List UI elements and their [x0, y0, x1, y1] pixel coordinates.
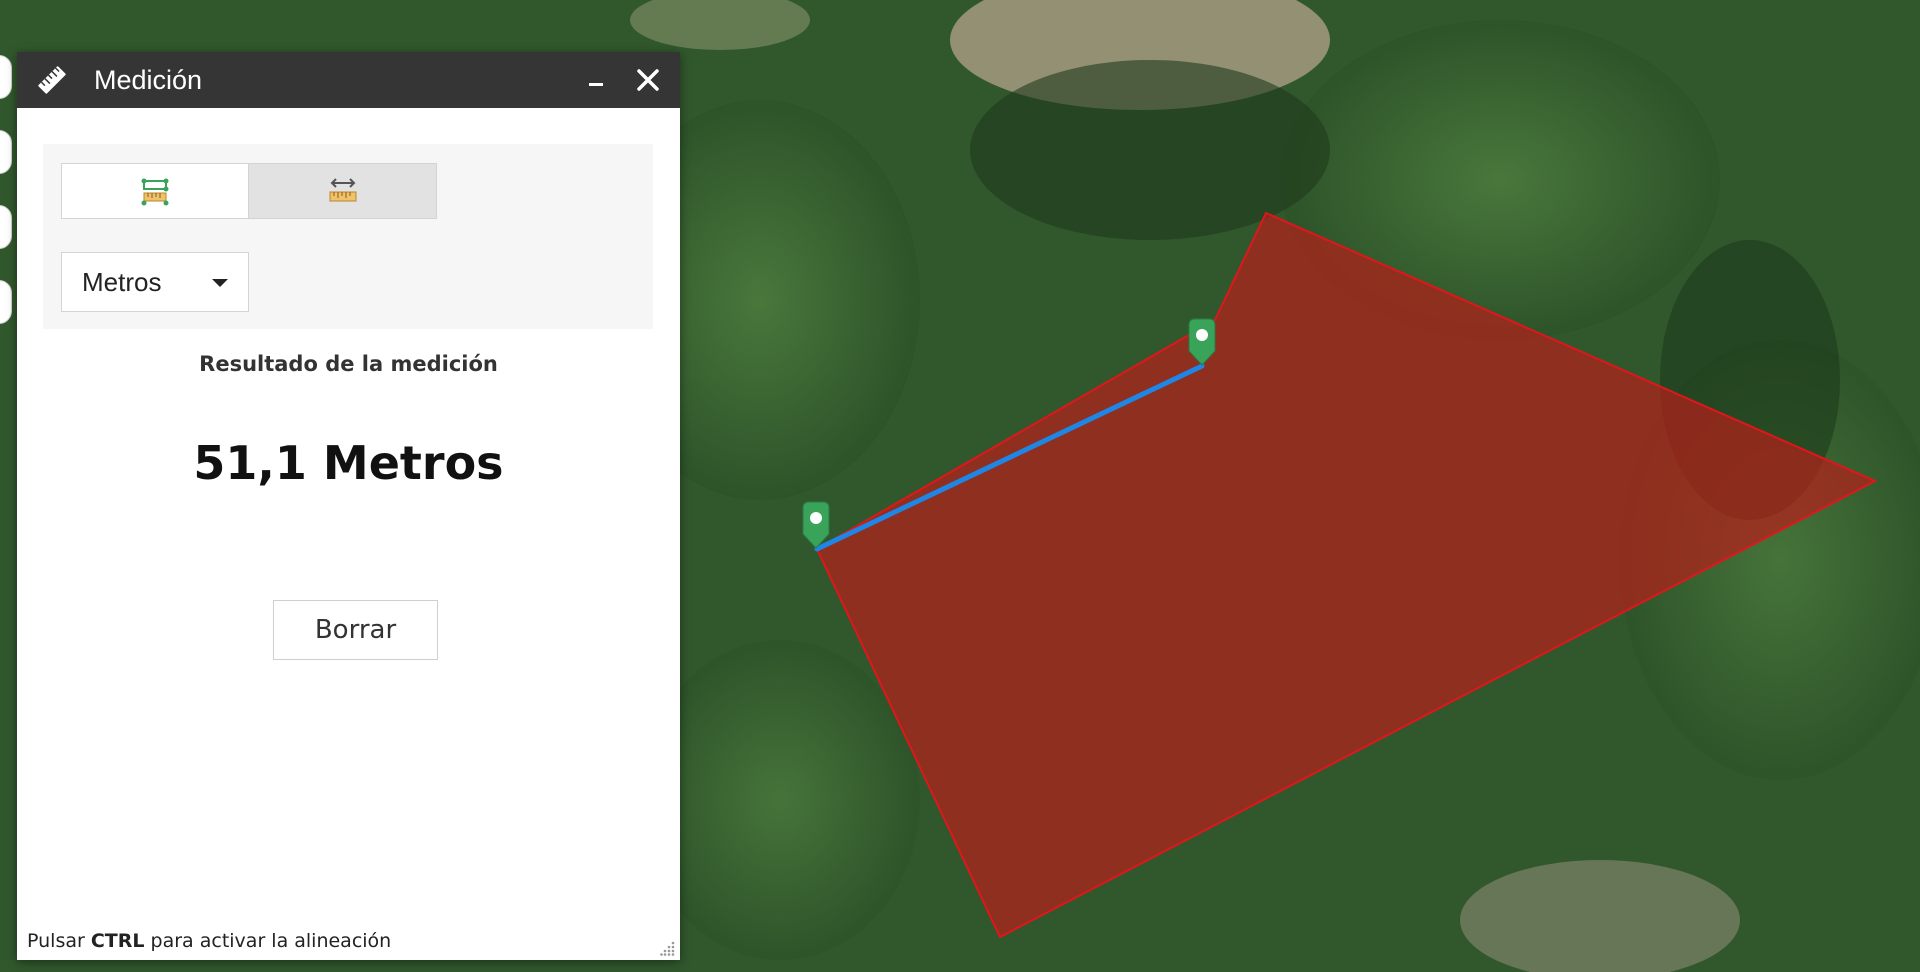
- map-tool-button[interactable]: [0, 55, 12, 99]
- resize-grip-icon[interactable]: [660, 940, 676, 956]
- window-titlebar[interactable]: Medición: [17, 52, 680, 108]
- tree-canopy: [640, 640, 920, 960]
- measurement-mode-group: [61, 163, 437, 219]
- area-tool-button[interactable]: [61, 163, 249, 219]
- clear-button[interactable]: Borrar: [273, 600, 438, 660]
- result-label: Resultado de la medición: [199, 352, 498, 376]
- distance-tool-button[interactable]: [249, 163, 437, 219]
- hint-suffix: para activar la alineación: [144, 930, 392, 952]
- measurement-window: Medición Metros Resultado de la medición…: [17, 52, 680, 960]
- close-button[interactable]: [628, 60, 668, 100]
- map-tool-button[interactable]: [0, 205, 12, 249]
- map-tool-button[interactable]: [0, 280, 12, 324]
- map-tool-button[interactable]: [0, 130, 12, 174]
- hint-key: CTRL: [90, 930, 145, 952]
- window-title: Medición: [94, 64, 203, 95]
- ruler-icon: [32, 60, 72, 100]
- minimize-button[interactable]: [576, 60, 616, 100]
- result-value: 51,1 Metros: [193, 436, 504, 490]
- shadow-area: [970, 60, 1330, 240]
- measurement-tools-panel: Metros: [43, 144, 653, 329]
- hint-prefix: Pulsar: [27, 930, 91, 952]
- unit-select[interactable]: Metros: [61, 252, 249, 312]
- unit-select-value: Metros: [82, 266, 162, 297]
- close-icon: [637, 69, 659, 91]
- area-ruler-icon: [141, 178, 169, 206]
- distance-ruler-icon: [329, 178, 356, 202]
- map-side-toolbar: [0, 55, 14, 355]
- minimize-icon: [589, 83, 603, 86]
- alignment-hint: Pulsar CTRL para activar la alineación: [27, 930, 391, 952]
- caret-down-icon: [212, 279, 228, 287]
